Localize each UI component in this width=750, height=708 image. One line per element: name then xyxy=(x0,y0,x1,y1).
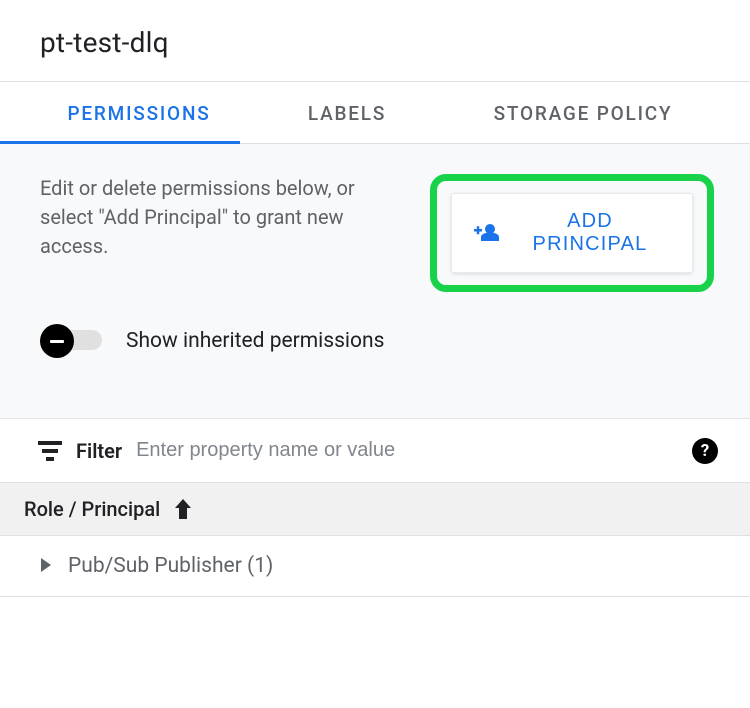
filter-input[interactable] xyxy=(136,435,678,466)
tab-bar: PERMISSIONS LABELS STORAGE POLICY xyxy=(0,82,750,143)
table-header-role[interactable]: Role / Principal xyxy=(0,483,750,536)
person-add-icon xyxy=(474,223,500,243)
role-row[interactable]: Pub/Sub Publisher (1) xyxy=(0,536,750,597)
permissions-hint-text: Edit or delete permissions below, or sel… xyxy=(40,174,410,261)
add-principal-highlight: ADD PRINCIPAL xyxy=(430,174,714,292)
tab-permissions[interactable]: PERMISSIONS xyxy=(38,82,240,143)
show-inherited-toggle[interactable] xyxy=(40,324,108,358)
add-principal-button[interactable]: ADD PRINCIPAL xyxy=(451,193,693,273)
add-principal-label: ADD PRINCIPAL xyxy=(510,210,670,256)
arrow-up-icon xyxy=(174,499,192,519)
tab-storage-policy[interactable]: STORAGE POLICY xyxy=(454,82,712,143)
help-icon[interactable]: ? xyxy=(692,438,718,464)
table-header-label: Role / Principal xyxy=(24,497,160,521)
filter-label: Filter xyxy=(76,439,122,463)
tab-labels[interactable]: LABELS xyxy=(240,82,454,143)
show-inherited-label: Show inherited permissions xyxy=(126,329,384,353)
minus-icon xyxy=(40,324,74,358)
role-name: Pub/Sub Publisher (1) xyxy=(68,554,273,578)
filter-icon xyxy=(38,440,62,462)
caret-right-icon xyxy=(40,557,52,576)
page-title: pt-test-dlq xyxy=(40,26,710,59)
